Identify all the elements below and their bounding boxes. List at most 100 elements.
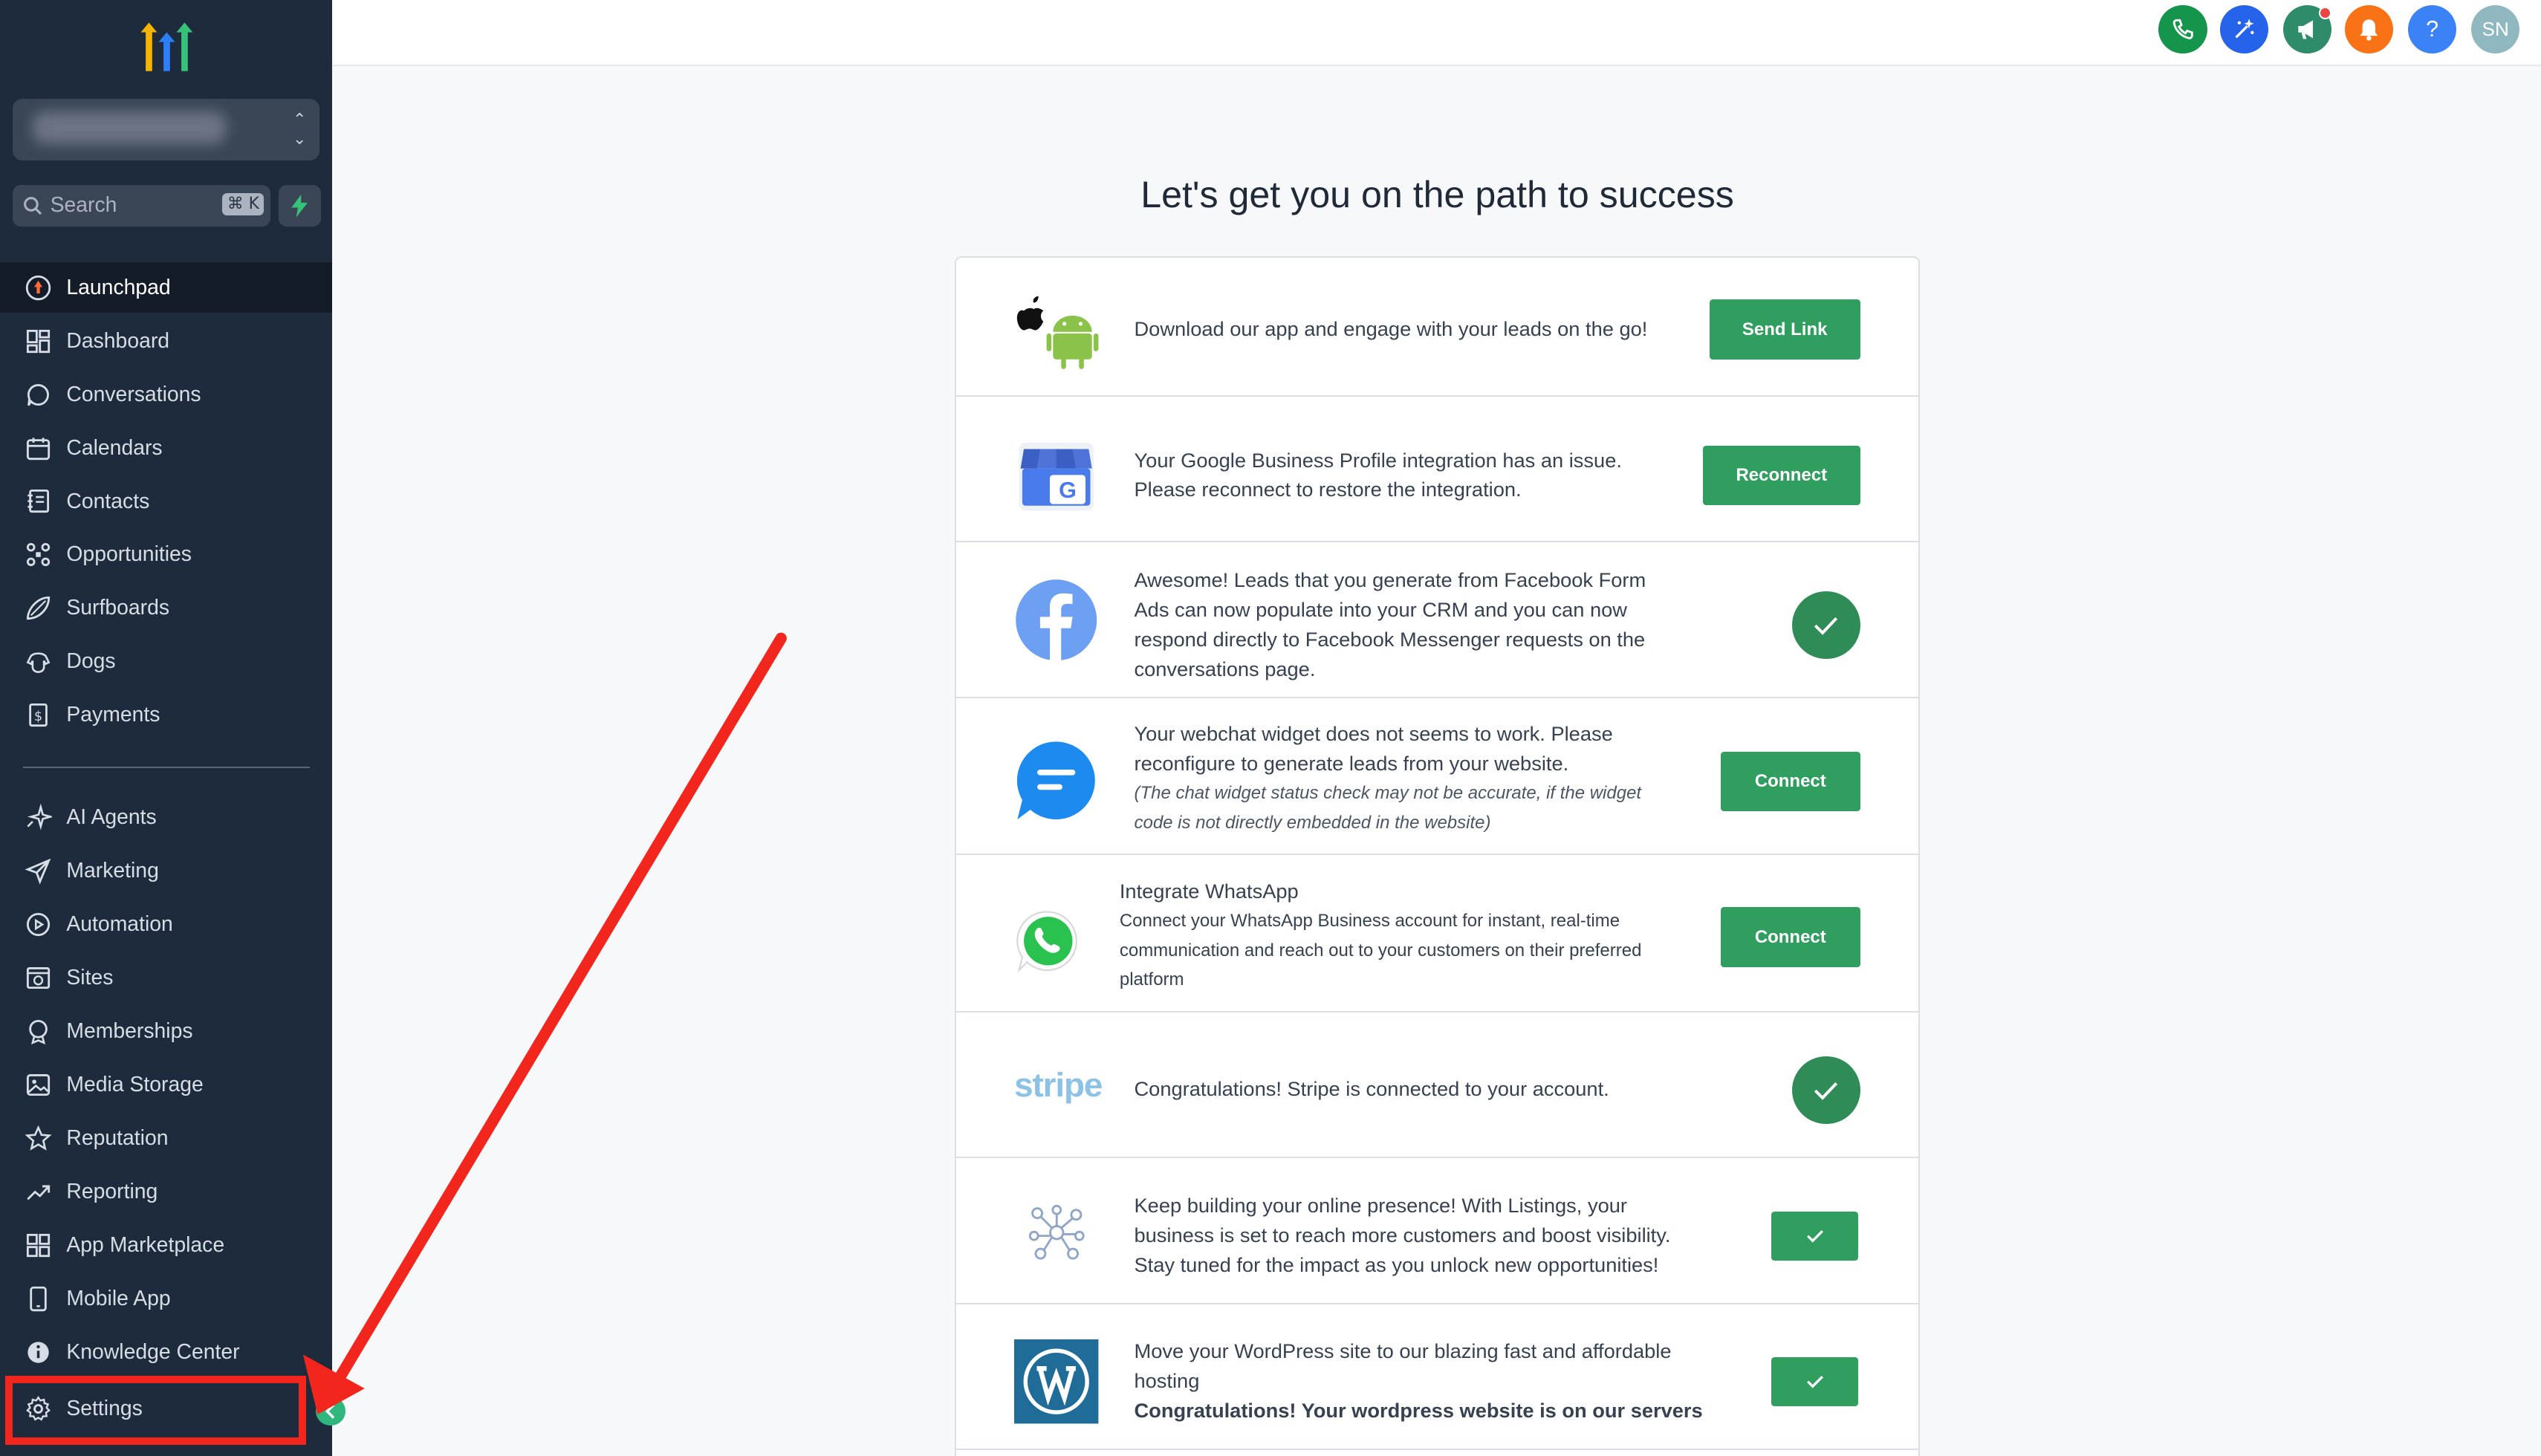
item-text: Congratulations! Stripe is connected to … <box>1134 1076 1609 1100</box>
account-switcher[interactable]: ⌃ ⌄ <box>13 99 319 160</box>
send-link-button[interactable]: Send Link <box>1709 299 1860 360</box>
list-item-listings: Keep building your online presence! With… <box>955 1158 1919 1304</box>
quick-action-button[interactable] <box>279 184 321 227</box>
help-icon: ? <box>2426 16 2439 42</box>
top-bar: ? SN <box>332 0 2541 67</box>
listings-done-button[interactable] <box>1771 1212 1859 1261</box>
sidebar-divider <box>22 766 310 768</box>
phone-call-button[interactable] <box>2158 4 2207 53</box>
phone-icon <box>30 1286 47 1311</box>
page-title: Let's get you on the path to success <box>1140 174 1734 216</box>
sidebar-item-memberships[interactable]: Memberships <box>0 1006 332 1056</box>
globe-icon <box>26 966 50 989</box>
app-logo[interactable] <box>136 19 198 74</box>
pipeline-icon <box>26 543 50 567</box>
reconnect-button[interactable]: Reconnect <box>1703 445 1860 506</box>
item-text: Download our app and engage with your le… <box>1134 316 1648 340</box>
launchpad-checklist: Download our app and engage with your le… <box>954 256 1921 1456</box>
annotation-highlight-box <box>4 1375 307 1446</box>
sidebar-item-label: Dashboard <box>66 328 170 353</box>
list-item-stripe: stripe Congratulations! Stripe is connec… <box>955 1013 1919 1159</box>
facebook-icon <box>1014 578 1098 662</box>
sidebar-item-launchpad[interactable]: Launchpad <box>0 262 333 313</box>
connect-webchat-button[interactable]: Connect <box>1721 751 1860 812</box>
automation-icon <box>26 912 50 936</box>
collapse-sidebar-button[interactable] <box>316 1397 345 1426</box>
help-button[interactable]: ? <box>2407 4 2457 53</box>
sidebar-item-knowledge-center[interactable]: Knowledge Center <box>0 1327 332 1377</box>
sidebar-item-label: Reputation <box>66 1125 169 1150</box>
sidebar-item-label: Memberships <box>66 1018 193 1043</box>
sidebar-item-opportunities[interactable]: Opportunities <box>0 530 332 580</box>
calendar-icon <box>26 437 50 460</box>
account-name-blurred <box>32 111 227 145</box>
contacts-book-icon <box>27 490 49 513</box>
send-icon <box>25 858 51 885</box>
list-item-webchat: Your webchat widget does not seems to wo… <box>955 698 1919 856</box>
sidebar-item-reputation[interactable]: Reputation <box>0 1113 332 1163</box>
sidebar-item-mobile-app[interactable]: Mobile App <box>0 1273 332 1324</box>
sidebar-item-label: Media Storage <box>66 1072 204 1096</box>
ai-assistant-button[interactable] <box>2219 4 2269 53</box>
sidebar-item-app-marketplace[interactable]: App Marketplace <box>0 1220 332 1270</box>
avatar-initials: SN <box>2482 17 2509 40</box>
sidebar-item-sites[interactable]: Sites <box>0 952 332 1003</box>
list-item-mobile-app: Download our app and engage with your le… <box>955 258 1919 397</box>
chat-bubble-icon <box>27 383 49 406</box>
sidebar-item-automation[interactable]: Automation <box>0 899 332 949</box>
stripe-logo: stripe <box>1014 1065 1103 1104</box>
sidebar-item-contacts[interactable]: Contacts <box>0 476 332 527</box>
sidebar-item-label: Surfboards <box>66 596 170 620</box>
sidebar-item-marketing[interactable]: Marketing <box>0 845 332 896</box>
sidebar-item-conversations[interactable]: Conversations <box>0 369 332 420</box>
sidebar: ⌃ ⌄ Search ⌘ K Launchpad Dashboard Conver… <box>0 0 333 1456</box>
sidebar-item-label: App Marketplace <box>66 1232 225 1257</box>
phone-call-icon <box>2172 19 2193 39</box>
sidebar-item-dashboard[interactable]: Dashboard <box>0 316 332 366</box>
dashboard-icon <box>26 329 50 353</box>
info-icon <box>27 1341 49 1363</box>
lightning-icon <box>291 194 308 218</box>
sidebar-item-calendars[interactable]: Calendars <box>0 423 332 473</box>
item-text: Keep building your online presence! With… <box>1134 1193 1671 1276</box>
surfboard-icon <box>26 597 50 620</box>
svg-text:G: G <box>1059 477 1077 502</box>
megaphone-icon <box>2298 20 2314 39</box>
sidebar-item-dogs[interactable]: Dogs <box>0 637 332 687</box>
sidebar-item-reporting[interactable]: Reporting <box>0 1166 332 1217</box>
search-shortcut: ⌘ K <box>222 192 265 216</box>
svg-text:$: $ <box>34 710 42 725</box>
magic-wand-icon <box>2235 19 2254 39</box>
sidebar-item-label: Conversations <box>66 382 201 406</box>
sidebar-item-label: Opportunities <box>66 542 192 567</box>
announcements-button[interactable] <box>2283 4 2332 53</box>
sidebar-item-label: Marketing <box>66 858 159 883</box>
sidebar-item-label: Calendars <box>66 435 163 460</box>
check-icon <box>1806 1230 1823 1243</box>
sidebar-item-label: Automation <box>66 911 173 936</box>
user-avatar-button[interactable]: SN <box>2471 4 2520 53</box>
list-item-wordpress: Move your WordPress site to our blazing … <box>955 1304 1919 1450</box>
sidebar-item-label: Mobile App <box>66 1286 171 1310</box>
connect-whatsapp-button[interactable]: Connect <box>1721 907 1860 967</box>
sidebar-item-ai-agents[interactable]: AI Agents <box>0 793 332 843</box>
wordpress-done-button[interactable] <box>1771 1357 1859 1406</box>
sidebar-item-label: Sites <box>66 965 114 989</box>
sparkle-icon <box>27 803 52 831</box>
list-item-google-business: G Your Google Business Profile integrati… <box>955 397 1919 543</box>
check-icon <box>1806 1376 1823 1388</box>
sidebar-item-label: AI Agents <box>66 805 157 829</box>
completed-check-icon <box>1791 1056 1860 1125</box>
item-text: Integrate WhatsApp Connect your WhatsApp… <box>1119 879 1642 990</box>
sidebar-item-surfboards[interactable]: Surfboards <box>0 583 332 634</box>
bell-icon <box>2360 19 2378 41</box>
sidebar-item-media-storage[interactable]: Media Storage <box>0 1059 332 1110</box>
search-placeholder: Search <box>50 193 117 218</box>
search-input[interactable]: Search ⌘ K <box>13 184 271 227</box>
notifications-button[interactable] <box>2344 4 2394 53</box>
trend-icon <box>27 1185 50 1200</box>
dog-icon <box>26 652 51 674</box>
list-item-facebook: Awesome! Leads that you generate from Fa… <box>955 542 1919 698</box>
sidebar-item-payments[interactable]: $ Payments <box>0 690 332 741</box>
apple-android-icon <box>1014 290 1099 371</box>
